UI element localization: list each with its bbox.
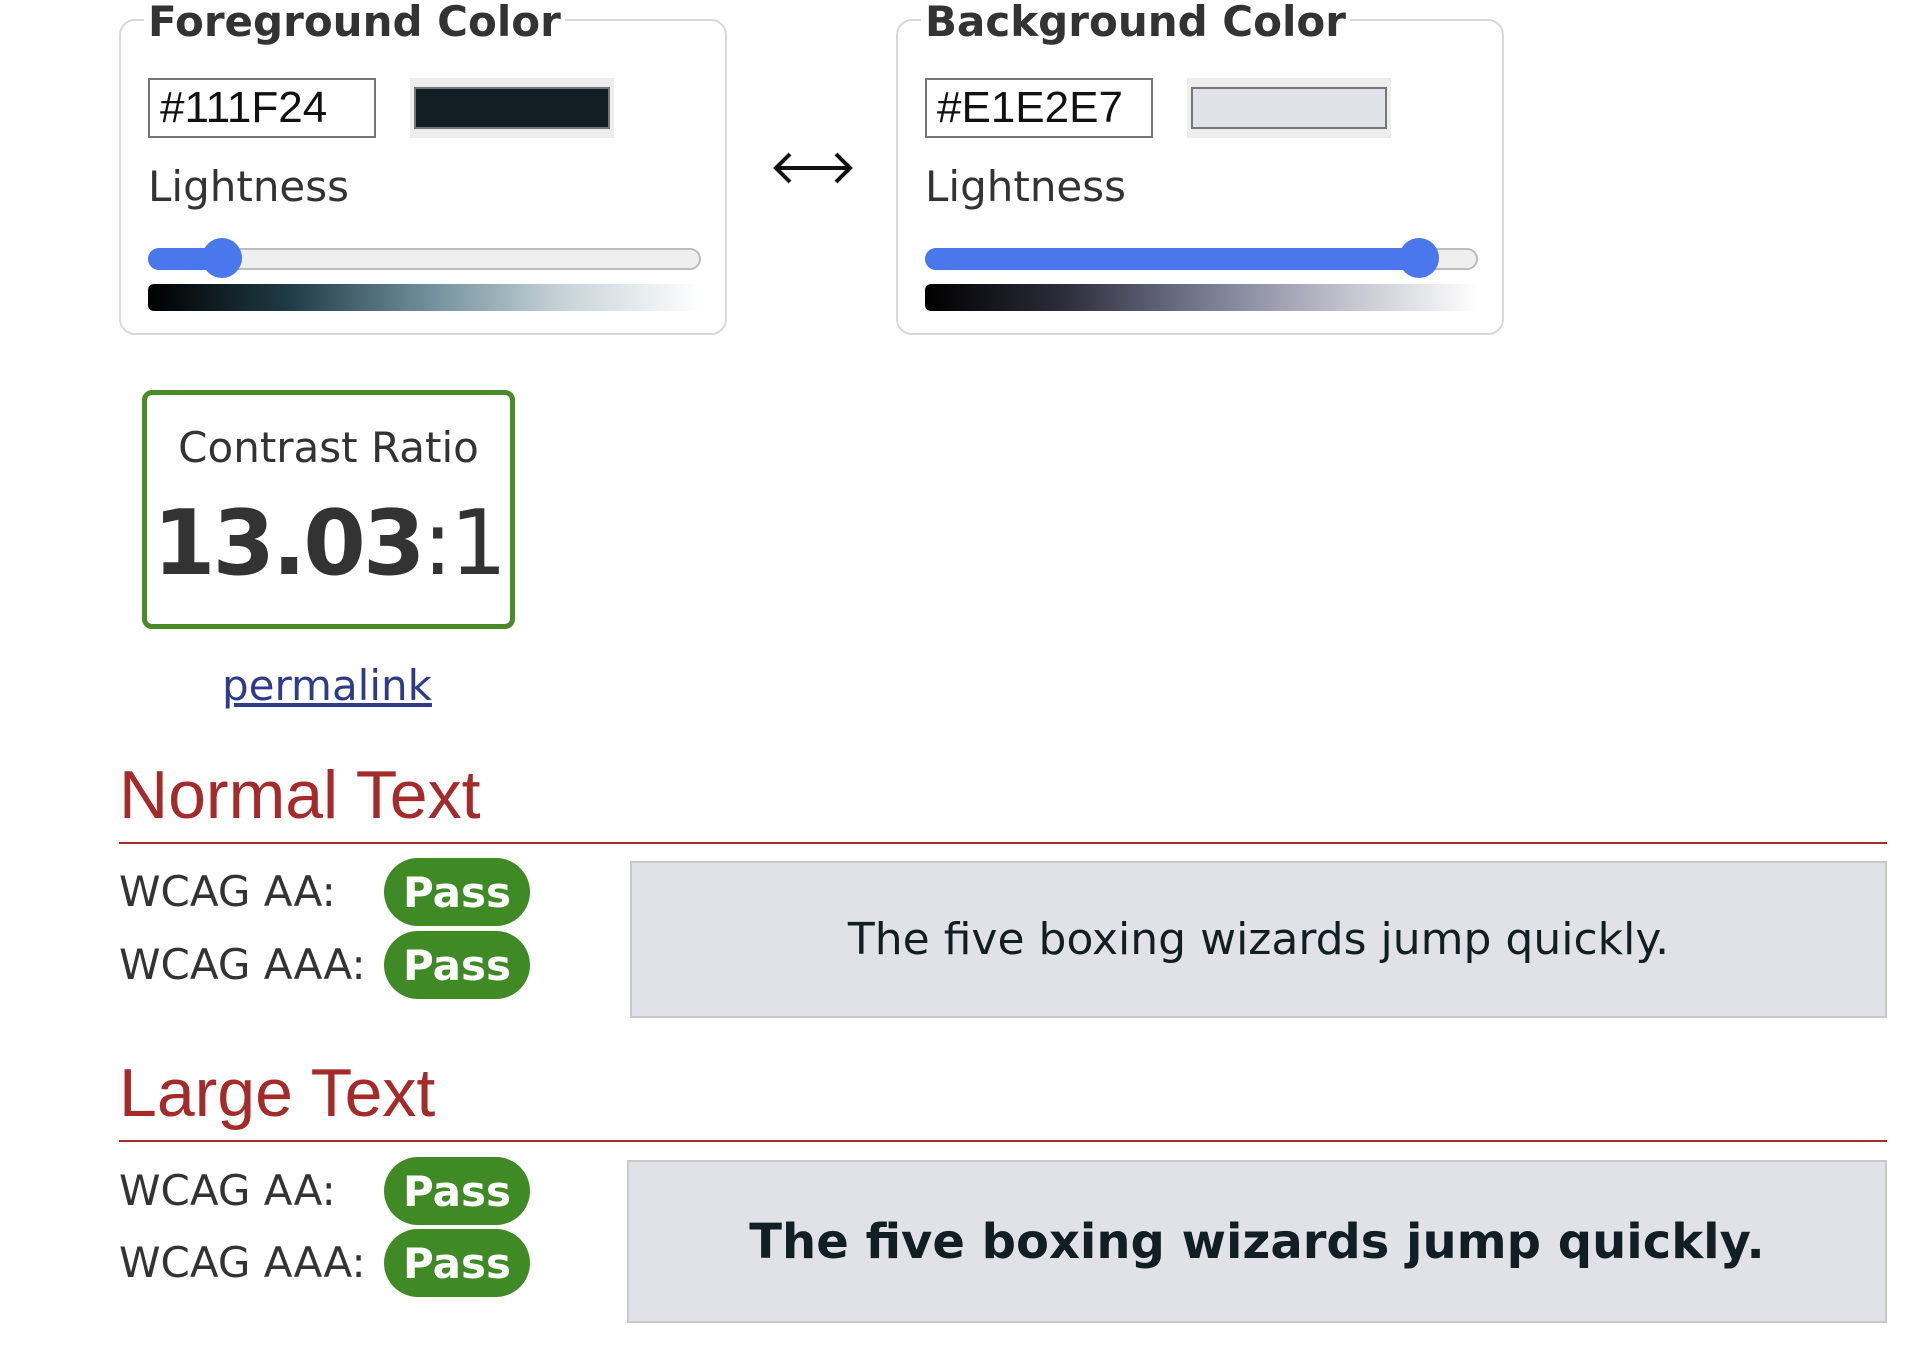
background-color-swatch-button[interactable]	[1187, 78, 1391, 138]
contrast-ratio-suffix: :1	[422, 491, 508, 596]
swap-arrows-icon[interactable]	[768, 138, 858, 198]
foreground-hex-input[interactable]	[148, 78, 376, 138]
foreground-color-swatch	[414, 87, 610, 129]
background-slider-thumb[interactable]	[1399, 238, 1440, 278]
normal-text-divider	[119, 842, 1887, 844]
foreground-lightness-slider[interactable]	[148, 238, 701, 278]
normal-wcag-aa-badge: Pass	[384, 858, 530, 926]
large-wcag-aa-badge: Pass	[384, 1157, 530, 1225]
large-wcag-aa-label: WCAG AA:	[119, 1166, 336, 1215]
background-color-swatch	[1191, 87, 1387, 129]
normal-text-heading: Normal Text	[119, 757, 481, 833]
background-lightness-slider[interactable]	[925, 238, 1478, 278]
background-color-legend: Background Color	[921, 0, 1350, 47]
normal-wcag-aaa-label: WCAG AAA:	[119, 940, 366, 989]
contrast-ratio-box: Contrast Ratio 13.03:1	[142, 390, 515, 629]
large-wcag-aaa-label: WCAG AAA:	[119, 1238, 366, 1287]
large-text-divider	[119, 1140, 1887, 1142]
background-lightness-label: Lightness	[925, 162, 1127, 211]
foreground-color-panel: Foreground Color Lightness	[119, 0, 727, 335]
foreground-lightness-gradient	[148, 284, 701, 311]
background-slider-fill	[925, 248, 1420, 270]
normal-wcag-aa-label: WCAG AA:	[119, 867, 336, 916]
background-color-panel: Background Color Lightness	[896, 0, 1504, 335]
permalink-link[interactable]: permalink	[222, 658, 432, 714]
normal-wcag-aaa-badge: Pass	[384, 931, 530, 999]
background-lightness-gradient	[925, 284, 1478, 311]
foreground-color-legend: Foreground Color	[144, 0, 565, 47]
background-hex-input[interactable]	[925, 78, 1153, 138]
foreground-color-swatch-button[interactable]	[410, 78, 614, 138]
contrast-ratio-label: Contrast Ratio	[178, 423, 479, 472]
contrast-ratio-value: 13.03:1	[147, 489, 510, 599]
foreground-slider-thumb[interactable]	[201, 238, 242, 278]
contrast-ratio-number: 13.03	[152, 491, 426, 596]
foreground-lightness-label: Lightness	[148, 162, 350, 211]
large-text-heading: Large Text	[119, 1055, 436, 1131]
normal-text-sample: The five boxing wizards jump quickly.	[630, 861, 1887, 1018]
large-wcag-aaa-badge: Pass	[384, 1229, 530, 1297]
large-text-sample: The five boxing wizards jump quickly.	[627, 1160, 1887, 1323]
